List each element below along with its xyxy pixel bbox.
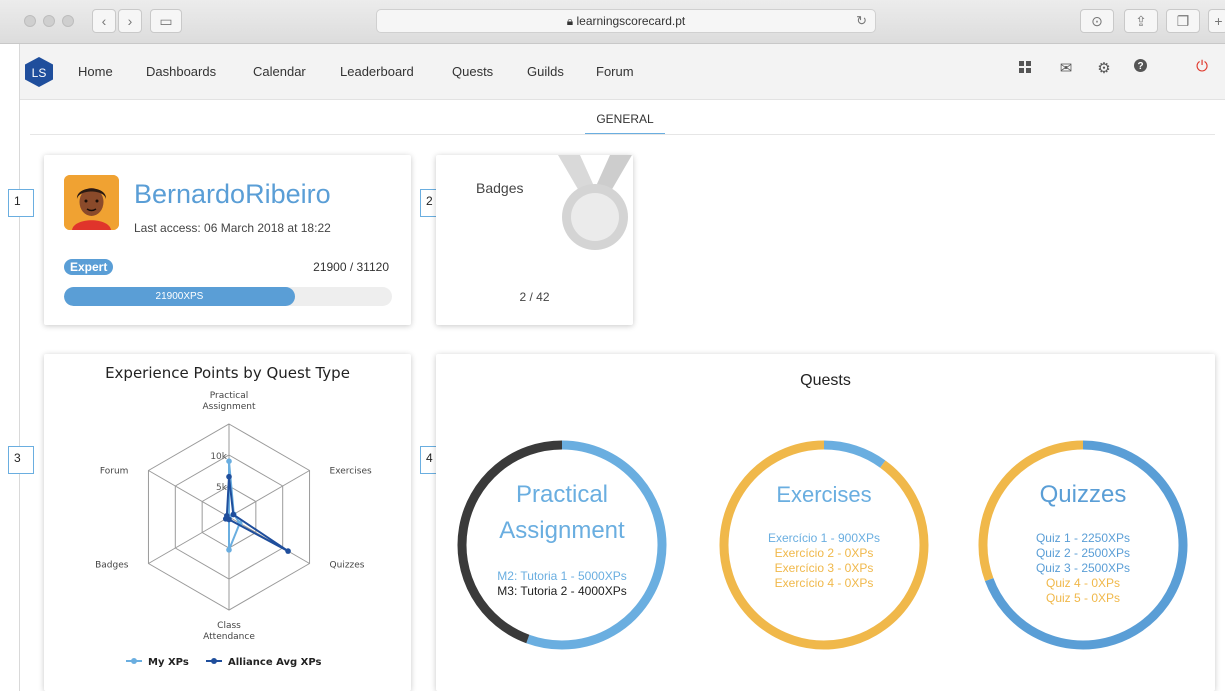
- mail-icon[interactable]: ✉: [1056, 59, 1076, 77]
- quest-item[interactable]: Exercício 3 - 0XPs: [718, 561, 930, 576]
- minimize-window-button[interactable]: [43, 15, 55, 27]
- quest-item-list: Quiz 1 - 2250XPs Quiz 2 - 2500XPs Quiz 3 -…: [977, 531, 1189, 606]
- quest-item[interactable]: Quiz 2 - 2500XPs: [977, 546, 1189, 561]
- marker-3: 3: [8, 446, 34, 474]
- radar-axis-label: Badges: [95, 561, 129, 571]
- legend-dot: [131, 658, 137, 664]
- nav-item-calendar[interactable]: Calendar: [253, 64, 306, 79]
- last-access-text: Last access: 06 March 2018 at 18:22: [134, 221, 331, 235]
- new-tab-icon[interactable]: +: [1208, 9, 1225, 33]
- quests-title: Quests: [800, 372, 851, 389]
- quest-item-list: Exercício 1 - 900XPs Exercício 2 - 0XPs Ex…: [718, 531, 930, 591]
- radar-axis-label: Quizzes: [330, 561, 365, 571]
- radar-data-point[interactable]: [285, 548, 291, 554]
- quest-item[interactable]: Exercício 1 - 900XPs: [718, 531, 930, 546]
- quest-item[interactable]: Exercício 2 - 0XPs: [718, 546, 930, 561]
- radar-data-point[interactable]: [226, 473, 232, 480]
- close-window-button[interactable]: [24, 15, 36, 27]
- download-icon[interactable]: ⊙: [1080, 9, 1114, 33]
- xp-fraction: 21900 / 31120: [313, 260, 389, 274]
- help-icon[interactable]: ?: [1130, 59, 1150, 76]
- level-badge: Expert: [64, 259, 114, 275]
- quest-donut-title: Quizzes: [1039, 481, 1127, 508]
- logo-icon[interactable]: LS: [24, 56, 54, 88]
- radar-spoke: [228, 470, 310, 518]
- url-text: learningscorecard.pt: [576, 14, 686, 28]
- power-icon[interactable]: ⏻: [1192, 58, 1212, 75]
- badges-card[interactable]: Badges 2 / 42: [436, 155, 633, 325]
- tab-divider: [30, 134, 1215, 135]
- radar-axis-label: Forum: [100, 467, 129, 477]
- radar-axis-label: Assignment: [203, 402, 256, 412]
- tabs-icon[interactable]: ❐: [1166, 9, 1200, 33]
- radar-data-point[interactable]: [226, 458, 232, 464]
- radar-spoke: [148, 516, 230, 564]
- reload-icon[interactable]: ↻: [856, 10, 867, 32]
- logo-text: LS: [32, 66, 47, 80]
- radar-axis-label: Practical: [210, 391, 248, 401]
- radar-spoke: [148, 470, 230, 518]
- badges-title: Badges: [476, 180, 524, 196]
- radar-chart: 5k 10k PracticalAssignment Exercises Quizzes…: [95, 391, 372, 668]
- quest-donut[interactable]: Exercises Exercício 1 - 900XPs Exercício 2…: [718, 439, 930, 651]
- badges-count: 2 / 42: [519, 290, 550, 304]
- sidebar-icon[interactable]: ▭: [150, 9, 182, 33]
- quest-donut[interactable]: Quizzes Quiz 1 - 2250XPs Quiz 2 - 2500XPs Q…: [977, 439, 1189, 651]
- legend-label[interactable]: My XPs: [148, 657, 189, 668]
- quest-item[interactable]: Quiz 5 - 0XPs: [977, 591, 1189, 606]
- nav-item-forum[interactable]: Forum: [596, 64, 634, 79]
- nav-item-home[interactable]: Home: [78, 64, 113, 79]
- radar-data-point[interactable]: [226, 547, 232, 553]
- radar-chart-card: Experience Points by Quest Type 5k 10k Pra…: [44, 354, 411, 691]
- radar-tick-label: 5k: [216, 483, 228, 493]
- quest-item[interactable]: Exercício 4 - 0XPs: [718, 576, 930, 591]
- avatar: [64, 175, 119, 230]
- grid-icon[interactable]: [1015, 60, 1035, 77]
- zoom-window-button[interactable]: [62, 15, 74, 27]
- nav-item-guilds[interactable]: Guilds: [527, 64, 564, 79]
- tab-general[interactable]: GENERAL: [585, 112, 665, 135]
- profile-name: BernardoRibeiro: [134, 179, 331, 209]
- quest-item[interactable]: Quiz 3 - 2500XPs: [977, 561, 1189, 576]
- share-icon[interactable]: ⇪: [1124, 9, 1158, 33]
- radar-tick-label: 10k: [210, 452, 227, 462]
- browser-toolbar: ‹ › ▭ 🔒︎ learningscorecard.pt ↻ ⊙ ⇪ ❐ +: [0, 0, 1225, 44]
- xp-progress-fill: 21900XPS: [64, 287, 295, 306]
- quest-donut-title: Assignment: [499, 517, 625, 544]
- radar-data-point[interactable]: [224, 512, 230, 519]
- quest-item-list: M2: Tutoria 1 - 5000XPs M3: Tutoria 2 - 4…: [456, 569, 668, 599]
- quest-item[interactable]: M3: Tutoria 2 - 4000XPs: [456, 584, 668, 599]
- radar-axis-label: Exercises: [330, 467, 372, 477]
- nav-item-dashboards[interactable]: Dashboards: [146, 64, 216, 79]
- gear-icon[interactable]: ⚙: [1094, 59, 1114, 77]
- nav-item-leaderboard[interactable]: Leaderboard: [340, 64, 414, 79]
- radar-axis-label: Class: [217, 621, 241, 631]
- app-navbar: LS Home Dashboards Calendar Leaderboard …: [20, 44, 1225, 100]
- medal-icon: [558, 155, 632, 250]
- profile-card: BernardoRibeiro Last access: 06 March 20…: [44, 155, 411, 325]
- svg-text:?: ?: [1137, 61, 1143, 72]
- radar-data-point[interactable]: [230, 511, 237, 518]
- address-bar[interactable]: 🔒︎ learningscorecard.pt ↻: [376, 9, 876, 33]
- xp-progress-bar: 21900XPS: [64, 287, 392, 306]
- back-icon[interactable]: ‹: [92, 9, 116, 33]
- quest-donut[interactable]: Practical Assignment M2: Tutoria 1 - 5000X…: [456, 439, 668, 651]
- quest-donut-segment: [823, 440, 886, 468]
- quest-donut-title: Practical: [515, 481, 609, 508]
- marker-1: 1: [8, 189, 34, 217]
- legend-dot: [211, 658, 217, 664]
- quest-donut-title: Exercises: [776, 482, 872, 507]
- legend-label[interactable]: Alliance Avg XPs: [228, 657, 321, 668]
- quest-item[interactable]: Quiz 1 - 2250XPs: [977, 531, 1189, 546]
- forward-icon[interactable]: ›: [118, 9, 142, 33]
- quests-card: Quests Practical Assignment M2: Tutoria 1 …: [436, 354, 1215, 691]
- quest-item[interactable]: Quiz 4 - 0XPs: [977, 576, 1189, 591]
- page-edge: [19, 44, 20, 691]
- quest-item[interactable]: M2: Tutoria 1 - 5000XPs: [456, 569, 668, 584]
- nav-item-quests[interactable]: Quests: [452, 64, 493, 79]
- radar-axis-label: Attendance: [203, 632, 255, 642]
